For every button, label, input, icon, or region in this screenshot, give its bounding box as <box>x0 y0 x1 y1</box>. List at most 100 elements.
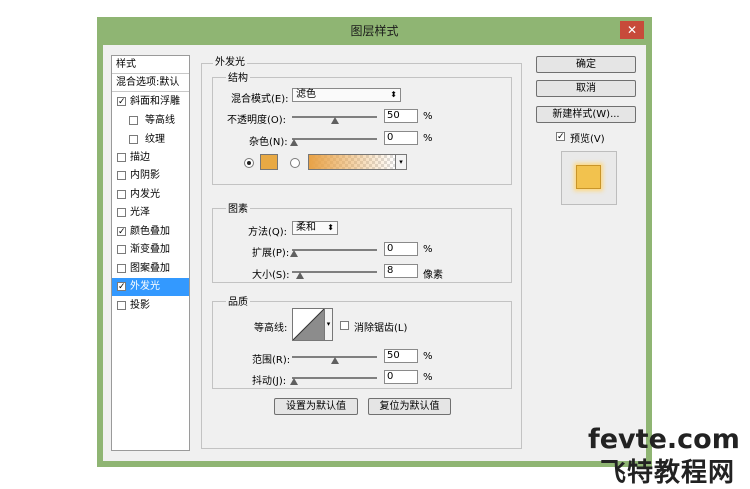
range-input[interactable]: 50 <box>384 349 418 363</box>
method-label: 方法(Q): <box>248 227 288 238</box>
style-item-texture[interactable]: 纹理 <box>112 131 189 149</box>
contour-label: 等高线: <box>254 323 288 334</box>
opacity-slider-thumb[interactable] <box>331 117 339 124</box>
opacity-label: 不透明度(O): <box>227 115 287 126</box>
style-item-label: 颜色叠加 <box>130 226 170 237</box>
style-item-label: 内阴影 <box>130 170 160 181</box>
style-item-inner-shadow[interactable]: 内阴影 <box>112 167 189 185</box>
size-label: 大小(S): <box>252 270 290 281</box>
checkbox[interactable] <box>117 245 126 254</box>
styles-header[interactable]: 样式 <box>112 56 189 74</box>
contour-curve-icon <box>293 309 324 340</box>
jitter-unit: % <box>423 372 433 383</box>
checkbox[interactable] <box>129 116 138 125</box>
title-bar: 图层样式 ✕ <box>97 17 652 45</box>
style-item-label: 描边 <box>130 152 150 163</box>
antialias-checkbox[interactable] <box>340 321 349 330</box>
blend-mode-value: 滤色 <box>296 89 316 100</box>
checkbox[interactable] <box>117 208 126 217</box>
blend-mode-select[interactable]: 滤色 ⬍ <box>292 88 401 102</box>
style-item-contour[interactable]: 等高线 <box>112 112 189 130</box>
preview-checkbox[interactable]: ✓ <box>556 132 565 142</box>
blend-mode-label: 混合模式(E): <box>231 94 289 105</box>
contour-dropdown-icon[interactable]: ▾ <box>325 308 333 341</box>
quality-title: 品质 <box>226 293 250 308</box>
style-item-gradient-overlay[interactable]: 渐变叠加 <box>112 241 189 259</box>
checkbox[interactable] <box>129 135 138 144</box>
size-input[interactable]: 8 <box>384 264 418 278</box>
style-item-label: 纹理 <box>145 134 165 145</box>
outer-glow-title: 外发光 <box>213 53 247 68</box>
style-item-outer-glow[interactable]: ✓ 外发光 <box>112 278 189 296</box>
method-value: 柔和 <box>296 222 316 233</box>
style-item-drop-shadow[interactable]: 投影 <box>112 297 189 315</box>
radio-dot <box>247 161 251 165</box>
style-item-satin[interactable]: 光泽 <box>112 204 189 222</box>
antialias-label: 消除锯齿(L) <box>354 323 408 334</box>
style-item-pattern-overlay[interactable]: 图案叠加 <box>112 260 189 278</box>
style-item-label: 图案叠加 <box>130 263 170 274</box>
style-item-bevel-emboss[interactable]: ✓ 斜面和浮雕 <box>112 93 189 111</box>
spread-unit: % <box>423 244 433 255</box>
watermark-domain: fevte.com <box>588 424 740 455</box>
structure-title: 结构 <box>226 69 250 84</box>
close-button[interactable]: ✕ <box>620 21 644 39</box>
glow-color-swatch[interactable] <box>260 154 278 170</box>
reset-default-button[interactable]: 复位为默认值 <box>368 398 451 415</box>
spread-input[interactable]: 0 <box>384 242 418 256</box>
style-item-label: 投影 <box>130 300 150 311</box>
method-select[interactable]: 柔和 ⬍ <box>292 221 338 235</box>
spread-slider-thumb[interactable] <box>290 250 298 257</box>
checkbox[interactable] <box>117 264 126 273</box>
style-item-stroke[interactable]: 描边 <box>112 149 189 167</box>
size-unit: 像素 <box>423 270 443 281</box>
layer-style-dialog: 图层样式 ✕ 样式 混合选项:默认 ✓ 斜面和浮雕 等高线 纹理 描边 内阴影 … <box>97 17 652 467</box>
cancel-button[interactable]: 取消 <box>536 80 636 97</box>
jitter-slider-thumb[interactable] <box>290 378 298 385</box>
range-slider-thumb[interactable] <box>331 357 339 364</box>
glow-gradient-picker[interactable] <box>308 154 396 170</box>
style-item-inner-glow[interactable]: 内发光 <box>112 186 189 204</box>
dialog-client: 样式 混合选项:默认 ✓ 斜面和浮雕 等高线 纹理 描边 内阴影 内发光 光泽 … <box>103 45 646 461</box>
blending-options-default[interactable]: 混合选项:默认 <box>112 74 189 92</box>
color-radio[interactable] <box>244 158 254 168</box>
elements-title: 图素 <box>226 200 250 215</box>
styles-list: 样式 混合选项:默认 ✓ 斜面和浮雕 等高线 纹理 描边 内阴影 内发光 光泽 … <box>111 55 190 451</box>
checkbox[interactable] <box>117 171 126 180</box>
noise-slider-thumb[interactable] <box>290 139 298 146</box>
size-slider-track[interactable] <box>292 271 377 273</box>
checkbox[interactable] <box>117 153 126 162</box>
style-item-color-overlay[interactable]: ✓ 颜色叠加 <box>112 223 189 241</box>
opacity-unit: % <box>423 111 433 122</box>
jitter-label: 抖动(J): <box>252 376 287 387</box>
ok-button[interactable]: 确定 <box>536 56 636 73</box>
noise-slider-track[interactable] <box>292 138 377 140</box>
checkbox[interactable] <box>117 301 126 310</box>
checkbox[interactable]: ✓ <box>117 282 126 292</box>
style-item-label: 光泽 <box>130 207 150 218</box>
range-unit: % <box>423 351 433 362</box>
opacity-input[interactable]: 50 <box>384 109 418 123</box>
checkbox[interactable]: ✓ <box>117 227 126 237</box>
gradient-radio[interactable] <box>290 158 300 168</box>
make-default-button[interactable]: 设置为默认值 <box>274 398 358 415</box>
preview-label: 预览(V) <box>570 134 605 145</box>
gradient-dropdown-icon[interactable]: ▾ <box>396 154 407 170</box>
jitter-slider-track[interactable] <box>292 377 377 379</box>
new-style-button[interactable]: 新建样式(W)... <box>536 106 636 123</box>
style-item-label: 内发光 <box>130 189 160 200</box>
spread-label: 扩展(P): <box>252 248 290 259</box>
checkbox[interactable]: ✓ <box>117 97 126 107</box>
style-item-label: 渐变叠加 <box>130 244 170 255</box>
noise-input[interactable]: 0 <box>384 131 418 145</box>
jitter-input[interactable]: 0 <box>384 370 418 384</box>
spread-slider-track[interactable] <box>292 249 377 251</box>
style-item-label: 外发光 <box>130 281 160 292</box>
contour-picker[interactable] <box>292 308 325 341</box>
checkbox[interactable] <box>117 190 126 199</box>
range-label: 范围(R): <box>252 355 291 366</box>
preview-square <box>576 165 601 189</box>
style-item-label: 斜面和浮雕 <box>130 96 180 107</box>
noise-unit: % <box>423 133 433 144</box>
size-slider-thumb[interactable] <box>296 272 304 279</box>
